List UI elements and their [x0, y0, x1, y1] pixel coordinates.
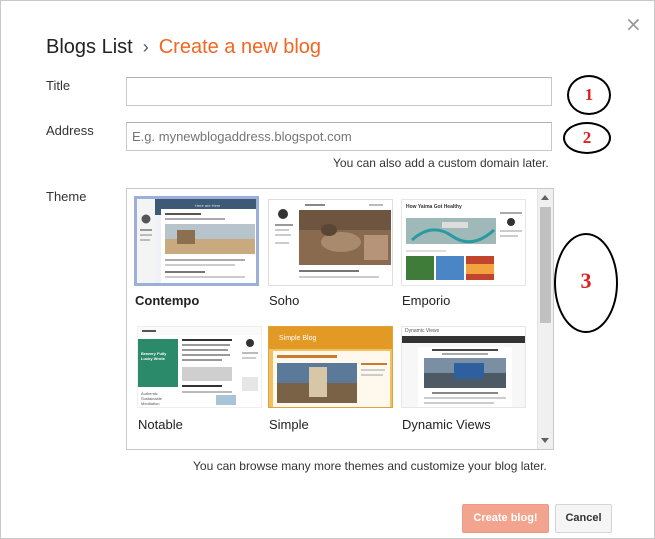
theme-thumbnail-emporio: How Yaima Got Healthy [401, 199, 526, 286]
theme-thumbnail-simple: Simple Blog [268, 326, 393, 408]
theme-thumbnail-notable: Bravery Fully Lucky Wrote Authentic Sust… [137, 326, 262, 408]
theme-option-dynamic-views[interactable]: Dynamic Views Dynamic Views [401, 326, 526, 441]
emporio-preview-title: How Yaima Got Healthy [406, 204, 462, 210]
theme-label: Theme [46, 189, 87, 204]
scroll-thumb[interactable] [540, 207, 551, 323]
notable-preview-text: Bravery Fully Lucky Wrote [141, 351, 167, 361]
soho-preview-image [269, 200, 392, 285]
theme-option-contempo[interactable]: Here are Here Contempo [134, 196, 259, 314]
contempo-preview-title: Here are Here [195, 203, 221, 208]
simple-preview-title: Simple Blog [279, 335, 317, 342]
theme-option-notable[interactable]: Bravery Fully Lucky Wrote Authentic Sust… [137, 326, 262, 441]
annotation-circle-1: 1 [567, 75, 611, 115]
theme-option-simple[interactable]: Simple Blog Simple [268, 326, 393, 441]
theme-thumbnail-soho [268, 199, 393, 286]
scroll-down-arrow-icon[interactable] [541, 438, 549, 443]
title-input[interactable] [126, 77, 552, 106]
address-label: Address [46, 123, 94, 138]
close-icon[interactable]: × [625, 14, 642, 34]
theme-name-soho: Soho [269, 293, 300, 308]
scroll-up-arrow-icon[interactable] [541, 195, 549, 200]
notable-preview-caption: Authentic Sustainable Meditation [141, 391, 162, 406]
theme-name-simple: Simple [269, 417, 309, 432]
theme-name-emporio: Emporio [402, 293, 451, 308]
theme-name-dynamic-views: Dynamic Views [402, 417, 491, 432]
breadcrumb-blogs-list[interactable]: Blogs List [46, 36, 133, 58]
theme-scrollbar[interactable] [537, 189, 553, 449]
breadcrumb-separator-icon: › [142, 37, 149, 57]
page-title: Blogs List › Create a new blog [46, 35, 321, 59]
address-hint: You can also add a custom domain later. [333, 156, 549, 170]
annotation-circle-2: 2 [563, 122, 611, 154]
theme-hint: You can browse many more themes and cust… [193, 459, 547, 473]
theme-option-emporio[interactable]: How Yaima Got Healthy Emporio [401, 199, 526, 314]
contempo-preview-image [137, 199, 256, 283]
dynamic-views-preview-title: Dynamic Views [405, 328, 440, 334]
emporio-preview-image [402, 200, 525, 285]
theme-name-notable: Notable [138, 417, 183, 432]
theme-name-contempo: Contempo [135, 293, 200, 308]
annotation-circle-3: 3 [554, 233, 618, 333]
dynamic-views-preview-image [402, 327, 525, 407]
address-input[interactable] [126, 122, 552, 151]
theme-thumbnail-dynamic-views: Dynamic Views [401, 326, 526, 408]
theme-option-soho[interactable]: Soho [268, 199, 393, 314]
cancel-button[interactable]: Cancel [555, 504, 612, 533]
theme-picker: Here are Here Contempo Soho How Yaima Go… [126, 188, 554, 450]
create-blog-dialog: × Blogs List › Create a new blog Title Add… [0, 0, 655, 539]
title-label: Title [46, 78, 71, 93]
dialog-title: Create a new blog [158, 36, 322, 58]
theme-thumbnail-contempo: Here are Here [134, 196, 259, 286]
create-blog-button[interactable]: Create blog! [462, 504, 549, 533]
